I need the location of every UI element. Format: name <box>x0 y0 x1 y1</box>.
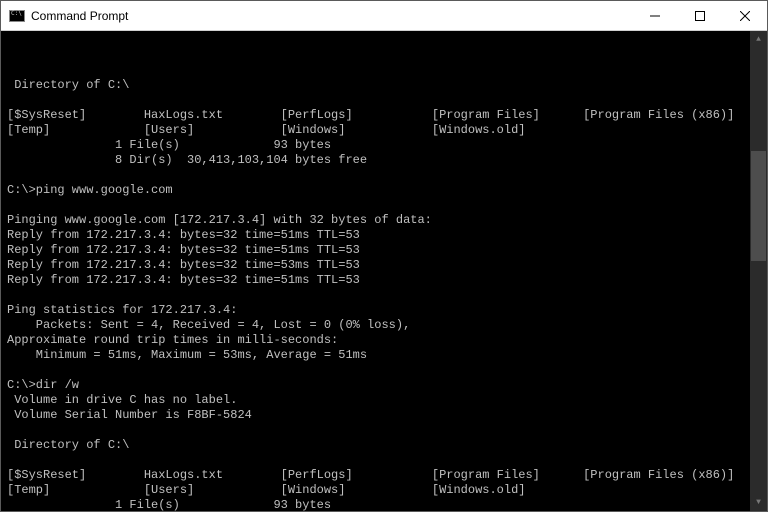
terminal-line: Ping statistics for 172.217.3.4: <box>7 303 767 318</box>
terminal-line: Minimum = 51ms, Maximum = 53ms, Average … <box>7 348 767 363</box>
window-controls <box>632 1 767 30</box>
scroll-up-arrow-icon[interactable]: ▲ <box>750 31 767 48</box>
maximize-button[interactable] <box>677 1 722 30</box>
maximize-icon <box>695 11 705 21</box>
titlebar[interactable]: Command Prompt <box>1 1 767 31</box>
terminal-line: Reply from 172.217.3.4: bytes=32 time=51… <box>7 228 767 243</box>
vertical-scrollbar[interactable]: ▲ ▼ <box>750 31 767 511</box>
terminal-line <box>7 423 767 438</box>
terminal-line: [Temp] [Users] [Windows] [Windows.old] <box>7 483 767 498</box>
terminal-line <box>7 288 767 303</box>
close-button[interactable] <box>722 1 767 30</box>
terminal-line <box>7 63 767 78</box>
terminal-line: Reply from 172.217.3.4: bytes=32 time=53… <box>7 258 767 273</box>
terminal-line: Volume in drive C has no label. <box>7 393 767 408</box>
terminal-line <box>7 93 767 108</box>
terminal-line: Reply from 172.217.3.4: bytes=32 time=51… <box>7 273 767 288</box>
terminal-line: [$SysReset] HaxLogs.txt [PerfLogs] [Prog… <box>7 108 767 123</box>
scroll-down-arrow-icon[interactable]: ▼ <box>750 494 767 511</box>
terminal-line: Pinging www.google.com [172.217.3.4] wit… <box>7 213 767 228</box>
terminal-output: Directory of C:\ [$SysReset] HaxLogs.txt… <box>7 63 767 511</box>
terminal-area[interactable]: Directory of C:\ [$SysReset] HaxLogs.txt… <box>1 31 767 511</box>
terminal-line: C:\>ping www.google.com <box>7 183 767 198</box>
minimize-icon <box>650 11 660 21</box>
terminal-line: Reply from 172.217.3.4: bytes=32 time=51… <box>7 243 767 258</box>
terminal-line: [Temp] [Users] [Windows] [Windows.old] <box>7 123 767 138</box>
terminal-line <box>7 198 767 213</box>
terminal-line: 1 File(s) 93 bytes <box>7 138 767 153</box>
terminal-line: Directory of C:\ <box>7 438 767 453</box>
terminal-line: 1 File(s) 93 bytes <box>7 498 767 511</box>
terminal-line <box>7 363 767 378</box>
window-title: Command Prompt <box>31 9 632 23</box>
terminal-line <box>7 453 767 468</box>
terminal-line: Packets: Sent = 4, Received = 4, Lost = … <box>7 318 767 333</box>
cmd-icon <box>9 10 25 22</box>
terminal-line: [$SysReset] HaxLogs.txt [PerfLogs] [Prog… <box>7 468 767 483</box>
terminal-line <box>7 168 767 183</box>
minimize-button[interactable] <box>632 1 677 30</box>
scrollbar-thumb[interactable] <box>751 151 766 261</box>
close-icon <box>740 11 750 21</box>
terminal-line: C:\>dir /w <box>7 378 767 393</box>
terminal-line: Directory of C:\ <box>7 78 767 93</box>
command-prompt-window: Command Prompt Directory of C:\ [$SysRes… <box>0 0 768 512</box>
terminal-line: Volume Serial Number is F8BF-5824 <box>7 408 767 423</box>
terminal-line: 8 Dir(s) 30,413,103,104 bytes free <box>7 153 767 168</box>
terminal-line: Approximate round trip times in milli-se… <box>7 333 767 348</box>
